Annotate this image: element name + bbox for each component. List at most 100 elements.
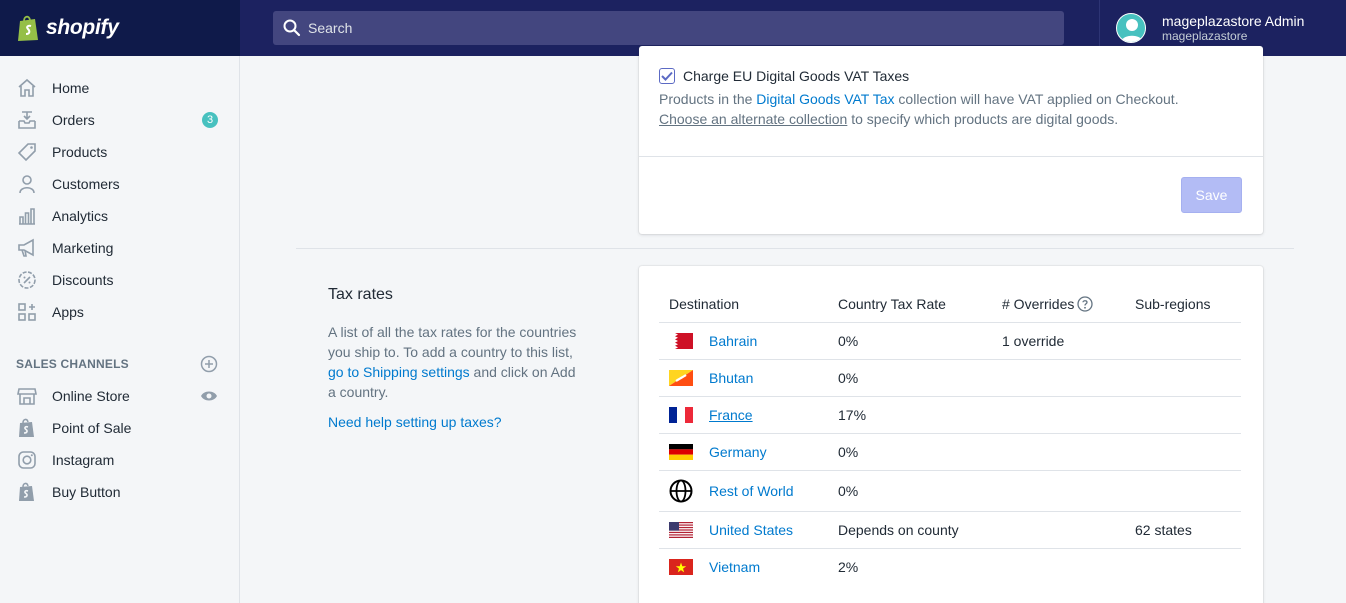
table-row: Bahrain 0% 1 override [639,323,1263,359]
discount-icon [16,269,38,291]
destination-link[interactable]: Vietnam [709,559,760,575]
overrides-count: 1 override [1002,333,1065,349]
alternate-collection-link[interactable]: Choose an alternate collection [659,111,847,127]
shopify-bag-icon [18,15,38,41]
destination-link[interactable]: United States [709,522,793,538]
destination-link[interactable]: Germany [709,444,767,460]
sidebar-item-label: Marketing [52,240,114,256]
destination-link[interactable]: Bhutan [709,370,753,386]
add-circle-icon[interactable] [200,355,218,373]
column-header-subregions: Sub-regions [1135,296,1211,312]
sidebar-item-buy-button[interactable]: Buy Button [16,478,226,506]
eye-icon[interactable] [200,389,218,403]
tax-rates-description: A list of all the tax rates for the coun… [328,322,578,402]
column-header-overrides: # Overrides [1002,296,1094,312]
destination-link[interactable]: France [709,407,753,423]
orders-count-badge: 3 [202,112,218,128]
instagram-icon [16,449,38,471]
digital-goods-collection-link[interactable]: Digital Goods VAT Tax [756,91,894,107]
sidebar-item-label: Orders [52,112,95,128]
tax-rates-title: Tax rates [328,286,393,303]
apps-icon [16,301,38,323]
checkmark-icon [661,71,673,81]
search-bar[interactable] [273,11,1064,45]
sidebar-item-label: Instagram [52,452,115,468]
search-icon [283,19,301,37]
tax-rate: 2% [838,559,859,575]
orders-icon [16,109,38,131]
sidebar-item-label: Buy Button [52,484,121,500]
bhutan-flag-icon [669,370,693,386]
sidebar-item-orders[interactable]: Orders 3 [16,106,226,134]
shopify-bag-icon [16,417,38,439]
sidebar-item-label: Point of Sale [52,420,132,436]
megaphone-icon [16,237,38,259]
vietnam-flag-icon [669,559,693,575]
shopify-logo[interactable]: shopify [0,0,240,56]
person-icon [16,173,38,195]
subregions-count: 62 states [1135,522,1192,538]
tax-desc-text: A list of all the tax rates for the coun… [328,324,577,360]
search-input[interactable] [308,20,1008,36]
tax-rate: 0% [838,333,859,349]
store-icon [16,385,38,407]
tax-rate: 0% [838,483,859,499]
alternate-help-suffix: to specify which products are digital go… [847,111,1119,127]
card-divider [639,156,1263,157]
destination-link[interactable]: Rest of World [709,483,794,499]
vat-checkbox-label[interactable]: Charge EU Digital Goods VAT Taxes [683,68,909,84]
bar-chart-icon [16,205,38,227]
sidebar-item-label: Home [52,80,90,96]
avatar [1116,13,1146,43]
user-icon [1120,19,1144,42]
section-divider [296,248,1294,249]
shopify-bag-icon [16,481,38,503]
sidebar-item-label: Products [52,144,108,160]
column-header-overrides-label: # Overrides [1002,296,1075,312]
sidebar-item-label: Online Store [52,388,130,404]
main-content: Charge EU Digital Goods VAT Taxes Produc… [240,46,1346,603]
vat-help-text: Products in the Digital Goods VAT Tax co… [659,89,1249,129]
germany-flag-icon [669,444,693,460]
vat-help-suffix: collection will have VAT applied on Chec… [894,91,1179,107]
tax-rates-card: Destination Country Tax Rate # Overrides… [639,266,1263,603]
france-flag-icon [669,407,693,423]
account-name: mageplazastore Admin [1162,13,1305,29]
table-row: France 17% [639,397,1263,433]
column-header-destination: Destination [669,296,740,312]
sidebar-item-marketing[interactable]: Marketing [16,234,226,262]
table-row: Germany 0% [639,434,1263,470]
sidebar-item-customers[interactable]: Customers [16,170,226,198]
sidebar-item-online-store[interactable]: Online Store [16,382,226,410]
sidebar-item-apps[interactable]: Apps [16,298,226,326]
table-row: Vietnam 2% [639,549,1263,585]
sidebar-item-point-of-sale[interactable]: Point of Sale [16,414,226,442]
column-header-tax-rate: Country Tax Rate [838,296,946,312]
row-divider [659,470,1241,471]
save-button[interactable]: Save [1181,177,1242,213]
vat-checkbox[interactable] [659,68,675,84]
sidebar-item-label: Customers [52,176,120,192]
destination-link[interactable]: Bahrain [709,333,757,349]
united-states-flag-icon [669,522,693,538]
globe-icon [669,479,693,503]
table-row: Rest of World 0% [639,473,1263,509]
vat-settings-card: Charge EU Digital Goods VAT Taxes Produc… [639,46,1263,234]
sidebar-item-instagram[interactable]: Instagram [16,446,226,474]
brand-name: shopify [46,16,119,39]
sidebar-item-analytics[interactable]: Analytics [16,202,226,230]
bahrain-flag-icon [669,333,693,349]
tax-rate: 0% [838,370,859,386]
question-circle-icon[interactable] [1077,296,1094,312]
table-row: United States Depends on county 62 state… [639,512,1263,548]
tax-help-link[interactable]: Need help setting up taxes? [328,414,502,430]
tax-rate: 17% [838,407,867,423]
sidebar-item-home[interactable]: Home [16,74,226,102]
sidebar-item-products[interactable]: Products [16,138,226,166]
sidebar-item-discounts[interactable]: Discounts [16,266,226,294]
shipping-settings-link[interactable]: go to Shipping settings [328,364,470,380]
account-store: mageplazastore [1162,29,1248,43]
sales-channels-heading: SALES CHANNELS [16,357,129,371]
vat-help-prefix: Products in the [659,91,757,107]
sidebar: Home Orders 3 Products Customers Analyti… [0,56,240,603]
